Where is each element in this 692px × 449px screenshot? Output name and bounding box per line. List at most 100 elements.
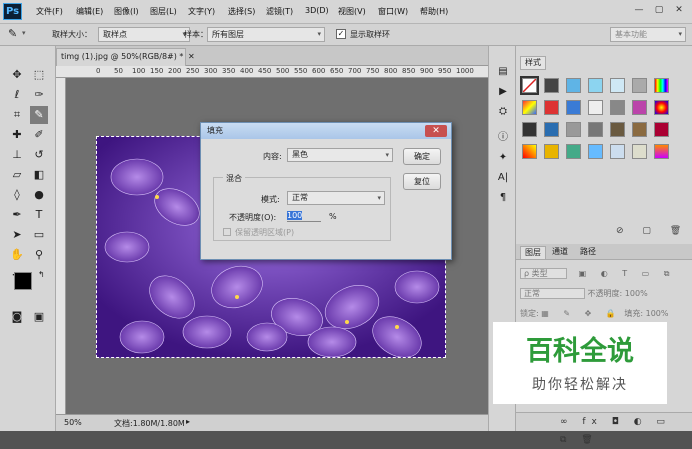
blur-tool-icon[interactable]: ◊ xyxy=(8,186,26,204)
menu-file[interactable]: 文件(F) xyxy=(36,6,63,17)
menu-edit[interactable]: 编辑(E) xyxy=(76,6,103,17)
opacity-input[interactable]: 100 xyxy=(287,210,321,222)
rectangle-tool-icon[interactable]: ▭ xyxy=(30,226,48,244)
dodge-tool-icon[interactable]: ● xyxy=(30,186,48,204)
menu-image[interactable]: 图像(I) xyxy=(114,6,139,17)
style-swatch[interactable] xyxy=(610,144,625,159)
type-tool-icon[interactable]: T xyxy=(30,206,48,224)
style-swatch[interactable] xyxy=(588,100,603,115)
lasso-tool-icon[interactable]: ℓ xyxy=(8,86,26,104)
style-swatch[interactable] xyxy=(654,100,669,115)
info-icon[interactable]: ⓘ xyxy=(494,130,512,146)
zoom-level[interactable]: 50% xyxy=(64,418,82,427)
menu-filter[interactable]: 滤镜(T) xyxy=(266,6,293,17)
style-swatch[interactable] xyxy=(654,122,669,137)
ok-button[interactable]: 确定 xyxy=(403,148,441,165)
style-swatch[interactable] xyxy=(522,122,537,137)
tab-layers[interactable]: 图层 xyxy=(520,246,546,259)
sample-select[interactable]: 所有图层 ▾ xyxy=(207,27,325,42)
healing-brush-icon[interactable]: ✚ xyxy=(8,126,26,144)
style-swatch[interactable] xyxy=(632,100,647,115)
pen-tool-icon[interactable]: ✒ xyxy=(8,206,26,224)
minimize-button[interactable]: — xyxy=(632,4,646,16)
style-swatch[interactable] xyxy=(610,122,625,137)
style-swatch[interactable] xyxy=(588,144,603,159)
status-arrow-icon[interactable]: ▸ xyxy=(186,417,190,426)
quick-mask-icon[interactable]: ◙ xyxy=(8,308,26,326)
actions-play-icon[interactable]: ▶ xyxy=(494,84,512,100)
menu-help[interactable]: 帮助(H) xyxy=(420,6,448,17)
hand-tool-icon[interactable]: ✋ xyxy=(8,246,26,264)
crop-tool-icon[interactable]: ⌗ xyxy=(8,106,26,124)
eyedropper-tool-icon[interactable]: ✎ xyxy=(30,106,48,124)
style-swatch[interactable] xyxy=(654,78,669,93)
style-swatch[interactable] xyxy=(566,122,581,137)
style-swatch[interactable] xyxy=(522,144,537,159)
close-button[interactable]: ✕ xyxy=(672,4,686,16)
workspace-select[interactable]: 基本功能 ▾ xyxy=(610,27,686,42)
style-swatch[interactable] xyxy=(544,122,559,137)
sample-size-select[interactable]: 取样点 ▾ xyxy=(98,27,190,42)
style-swatch[interactable] xyxy=(588,78,603,93)
clone-stamp-icon[interactable]: ⊥ xyxy=(8,146,26,164)
character-icon[interactable]: A| xyxy=(494,170,512,186)
swap-colors-icon[interactable]: ↰ xyxy=(38,270,45,279)
paragraph-icon[interactable]: ¶ xyxy=(494,190,512,206)
move-tool-icon[interactable]: ✥ xyxy=(8,66,26,84)
style-none-swatch[interactable] xyxy=(520,76,539,95)
eraser-tool-icon[interactable]: ▱ xyxy=(8,166,26,184)
style-swatch[interactable] xyxy=(544,78,559,93)
menu-3d[interactable]: 3D(D) xyxy=(305,6,329,15)
restore-button[interactable]: ▢ xyxy=(652,4,666,16)
quick-select-icon[interactable]: ✑ xyxy=(30,86,48,104)
layer-lock-row[interactable]: 锁定: ▦ ✎ ✥ 🔒 填充: 100% xyxy=(520,306,688,322)
tab-paths[interactable]: 路径 xyxy=(576,246,600,258)
style-swatch[interactable] xyxy=(544,100,559,115)
zoom-tool-icon[interactable]: ⚲ xyxy=(30,246,48,264)
styles-tab[interactable]: 样式 xyxy=(520,56,546,70)
chevron-down-icon[interactable]: ▾ xyxy=(22,29,26,37)
reset-button[interactable]: 复位 xyxy=(403,173,441,190)
gradient-tool-icon[interactable]: ◧ xyxy=(30,166,48,184)
document-tab[interactable]: timg (1).jpg @ 50%(RGB/8#) * ✕ xyxy=(56,48,195,66)
menu-view[interactable]: 视图(V) xyxy=(338,6,366,17)
styles-footer-icons[interactable]: ⊘ ▢ 🗑 xyxy=(616,226,689,236)
brush-tool-icon[interactable]: ✐ xyxy=(30,126,48,144)
dialog-close-button[interactable]: ✕ xyxy=(425,125,447,137)
content-select[interactable]: 黑色 ▾ xyxy=(287,148,393,162)
menu-layer[interactable]: 图层(L) xyxy=(150,6,177,17)
screen-mode-icon[interactable]: ▣ xyxy=(30,308,48,326)
style-swatch[interactable] xyxy=(588,122,603,137)
mode-select[interactable]: 正常 ▾ xyxy=(287,191,385,205)
eyedropper-icon[interactable]: ✎ xyxy=(8,27,17,40)
layers-footer[interactable]: ∞ fx ◘ ◐ ▭ ⧉ 🗑 xyxy=(516,412,692,445)
show-ring-label: 显示取样环 xyxy=(350,30,390,39)
style-swatch[interactable] xyxy=(566,100,581,115)
show-ring-checkbox[interactable]: ✓ xyxy=(336,29,346,39)
style-swatch[interactable] xyxy=(654,144,669,159)
style-swatch[interactable] xyxy=(566,78,581,93)
style-swatch[interactable] xyxy=(632,144,647,159)
menu-type[interactable]: 文字(Y) xyxy=(188,6,215,17)
close-tab-icon[interactable]: ✕ xyxy=(188,52,195,61)
foreground-color-swatch[interactable] xyxy=(14,272,32,290)
style-swatch[interactable] xyxy=(610,78,625,93)
layer-filter-row[interactable]: ρ 类型 ▣ ◐ T ▭ ⧉ xyxy=(520,266,688,282)
history-brush-icon[interactable]: ↺ xyxy=(30,146,48,164)
style-swatch[interactable] xyxy=(610,100,625,115)
style-swatch[interactable] xyxy=(632,78,647,93)
path-select-icon[interactable]: ➤ xyxy=(8,226,26,244)
style-swatch[interactable] xyxy=(566,144,581,159)
menu-select[interactable]: 选择(S) xyxy=(228,6,255,17)
properties-icon[interactable]: ⛭ xyxy=(494,104,512,120)
style-swatch[interactable] xyxy=(544,144,559,159)
adjust-icon[interactable]: ✦ xyxy=(494,150,512,166)
style-swatch[interactable] xyxy=(632,122,647,137)
marquee-tool-icon[interactable]: ⬚ xyxy=(30,66,48,84)
preserve-transparency-checkbox[interactable] xyxy=(223,228,231,236)
style-swatch[interactable] xyxy=(522,100,537,115)
layer-blend-row[interactable]: 正常 不透明度: 100% xyxy=(520,286,688,302)
menu-window[interactable]: 窗口(W) xyxy=(378,6,408,17)
tab-channels[interactable]: 通道 xyxy=(548,246,572,258)
history-icon[interactable]: ▤ xyxy=(494,64,512,80)
